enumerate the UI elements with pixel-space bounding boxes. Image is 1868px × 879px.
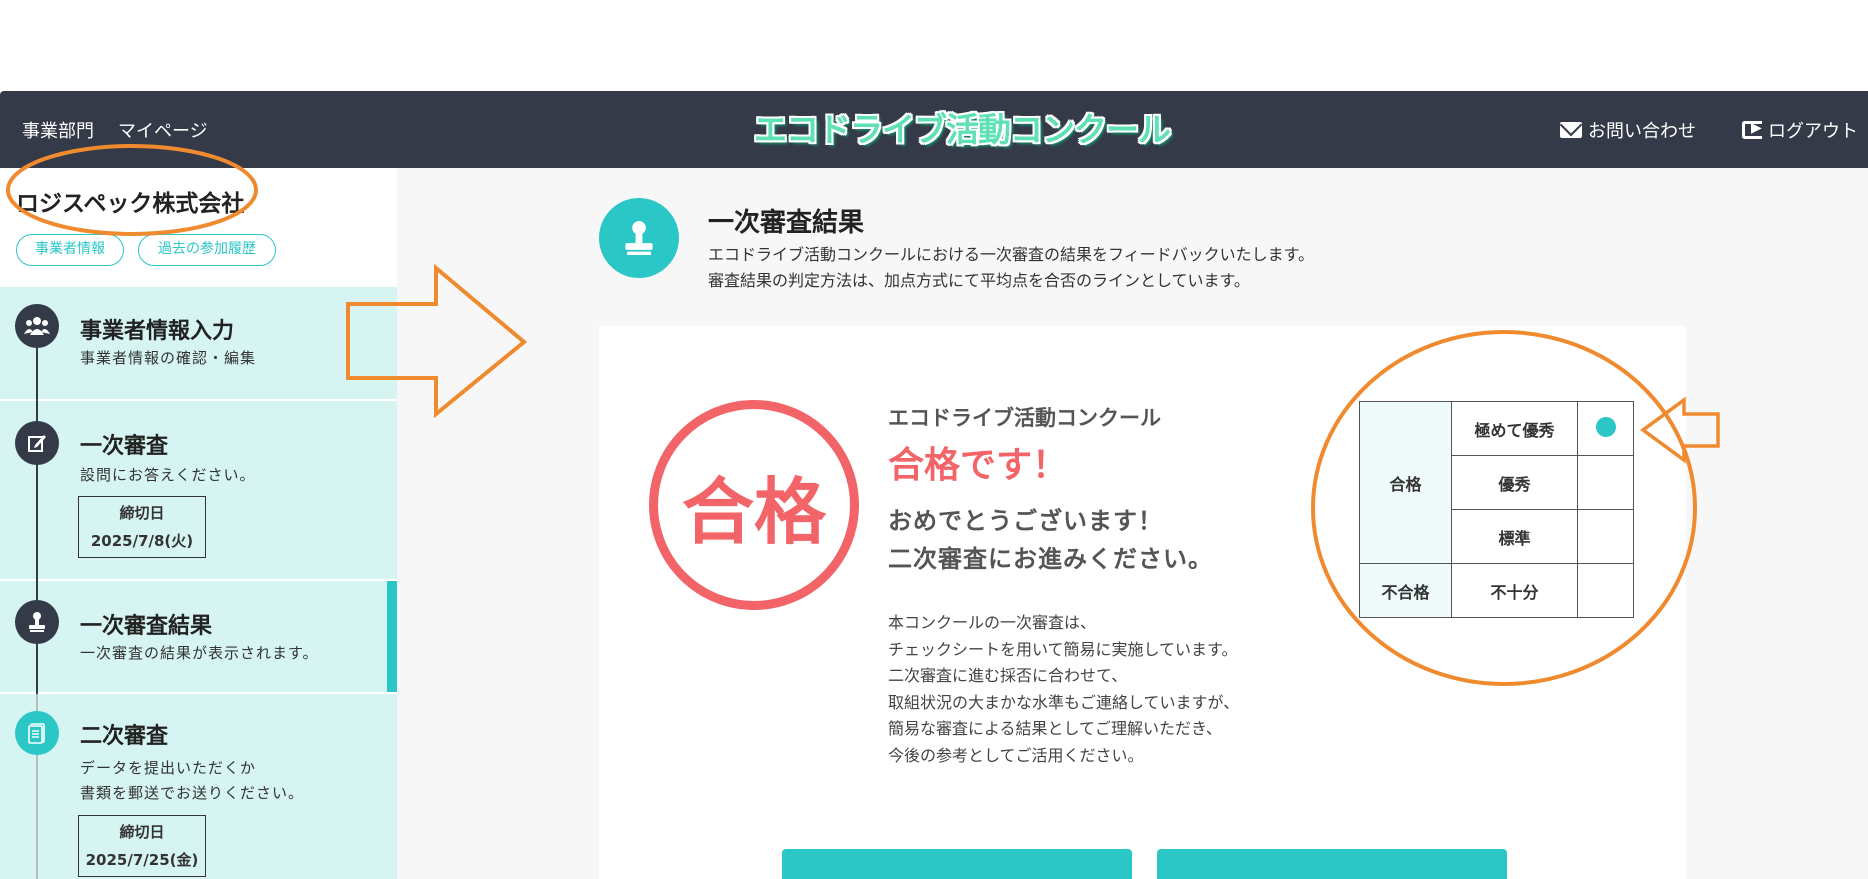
action-button-right[interactable]	[1157, 849, 1507, 879]
body-line: 本コンクールの一次審査は、	[888, 613, 1097, 632]
main-content: 一次審査結果 エコドライブ活動コンクールにおける一次審査の結果をフィードバックい…	[397, 168, 1868, 879]
step-desc: 書類を郵送でお送りください。	[80, 784, 305, 802]
mypage-link[interactable]: マイページ	[118, 117, 208, 143]
congrats-line: おめでとうございます！	[888, 507, 1163, 535]
empty-cell	[1577, 563, 1634, 618]
page-description: エコドライブ活動コンクールにおける一次審査の結果をフィードバックいたします。 審…	[708, 242, 1314, 294]
users-icon	[15, 304, 59, 348]
dept-link[interactable]: 事業部門	[22, 117, 94, 143]
level-cell: 不十分	[1451, 563, 1578, 618]
mail-icon	[1560, 122, 1582, 138]
step-desc: 一次審査の結果が表示されます。	[80, 644, 319, 662]
level-cell: 標準	[1451, 509, 1578, 564]
pass-cell: 合格	[1359, 401, 1452, 564]
selected-cell	[1577, 401, 1634, 456]
sidebar: ロジスペック株式会社 事業者情報 過去の参加履歴 事業者情報入力 事業者情報の確…	[0, 168, 397, 879]
step-desc: データを提出いただくか	[80, 759, 257, 777]
header-actions: お問い合わせ ログアウト	[1560, 117, 1858, 143]
body-line: 今後の参考としてご活用ください。	[888, 745, 1144, 765]
contact-label: お問い合わせ	[1588, 121, 1696, 142]
deadline-label: 締切日	[119, 504, 165, 522]
history-button[interactable]: 過去の参加履歴	[138, 234, 276, 266]
stamp-icon	[599, 198, 679, 278]
empty-cell	[1577, 509, 1634, 564]
result-card: 合格 エコドライブ活動コンクール 合格です！ おめでとうございます！ 二次審査に…	[599, 326, 1686, 879]
step-title: 一次審査	[80, 434, 169, 459]
body-line: チェックシートを用いて簡易に実施しています。	[888, 639, 1238, 659]
body-line: 二次審査に進む採否に合わせて、	[888, 666, 1128, 685]
action-button-left[interactable]	[782, 849, 1132, 879]
edit-icon	[15, 421, 59, 465]
deadline-box: 締切日 2025/7/25(金)	[78, 815, 206, 877]
step-first-result[interactable]: 一次審査結果 一次審査の結果が表示されます。	[0, 581, 397, 694]
page-desc-line: エコドライブ活動コンクールにおける一次審査の結果をフィードバックいたします。	[708, 245, 1315, 264]
deadline-date: 2025/7/8(火)	[90, 532, 194, 550]
step-title: 一次審査結果	[80, 614, 213, 639]
document-icon	[15, 711, 59, 755]
deadline-label: 締切日	[119, 823, 165, 841]
pass-stamp: 合格	[649, 400, 859, 610]
logout-icon	[1742, 120, 1762, 139]
step-desc: 事業者情報の確認・編集	[80, 349, 257, 367]
body-line: 簡易な審査による結果としてご理解いただき、	[888, 719, 1222, 738]
result-pass-text: 合格です！	[888, 445, 1069, 486]
step-desc: 設問にお答えください。	[80, 466, 256, 484]
company-info-button[interactable]: 事業者情報	[16, 234, 124, 266]
selected-dot-icon	[1595, 416, 1616, 437]
page-desc-line: 審査結果の判定方法は、加点方式にて平均点を合否のラインとしています。	[708, 271, 1250, 290]
step-company-input[interactable]: 事業者情報入力 事業者情報の確認・編集	[0, 287, 397, 401]
site-logo[interactable]: エコドライブ活動コンクール	[754, 103, 1171, 151]
step-title: 事業者情報入力	[80, 319, 235, 344]
page-title: 一次審査結果	[708, 208, 865, 238]
body-line: 取組状況の大まかな水準もご連絡していますが、	[888, 692, 1240, 712]
active-indicator	[387, 581, 397, 692]
step-first-review[interactable]: 一次審査 設問にお答えください。 締切日 2025/7/8(火)	[0, 401, 397, 581]
result-heading: エコドライブ活動コンクール	[888, 406, 1161, 430]
stamp-icon	[15, 600, 59, 644]
header-nav: 事業部門 マイページ	[22, 117, 208, 143]
congrats-line: 二次審査にお進みください。	[888, 545, 1213, 573]
level-cell: 極めて優秀	[1451, 401, 1578, 456]
deadline-box: 締切日 2025/7/8(火)	[78, 496, 206, 558]
contact-link[interactable]: お問い合わせ	[1560, 117, 1696, 143]
company-name: ロジスペック株式会社	[16, 191, 245, 217]
grade-table: 合格 極めて優秀 優秀 標準 不合格 不十分	[1359, 401, 1634, 618]
top-header: 事業部門 マイページ エコドライブ活動コンクール お問い合わせ ログアウト	[0, 91, 1868, 168]
level-cell: 優秀	[1451, 455, 1578, 510]
deadline-date: 2025/7/25(金)	[85, 851, 199, 869]
step-list: 事業者情報入力 事業者情報の確認・編集 一次審査 設問にお答えください。 締切日…	[0, 287, 397, 879]
result-body: 本コンクールの一次審査は、 チェックシートを用いて簡易に実施しています。 二次審…	[888, 610, 1239, 769]
empty-cell	[1577, 455, 1634, 510]
fail-cell: 不合格	[1359, 563, 1452, 618]
congrats-message: おめでとうございます！ 二次審査にお進みください。	[888, 502, 1213, 578]
step-title: 二次審査	[80, 724, 169, 749]
logout-label: ログアウト	[1768, 121, 1858, 142]
step-second-review[interactable]: 二次審査 データを提出いただくか 書類を郵送でお送りください。 締切日 2025…	[0, 694, 397, 879]
logout-link[interactable]: ログアウト	[1742, 117, 1858, 143]
